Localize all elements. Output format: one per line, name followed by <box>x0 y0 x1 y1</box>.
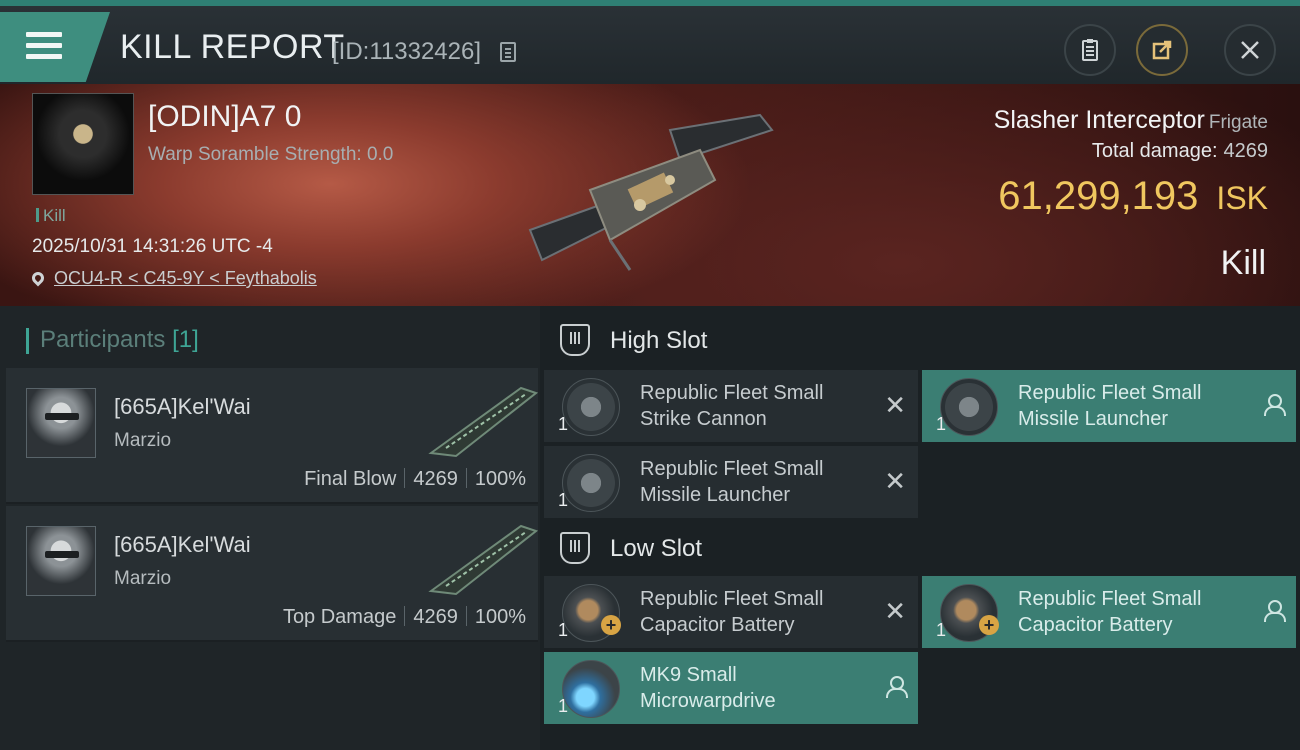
person-icon <box>1264 394 1286 416</box>
participant-percent: 100% <box>474 468 526 490</box>
item-name: Republic Fleet Small Missile Launcher <box>1018 382 1202 430</box>
kill-banner: [ODIN]A7 0 Warp Soramble Strength: 0.0 K… <box>0 84 1300 306</box>
participant-avatar[interactable] <box>26 526 96 596</box>
participant-ship-image <box>428 524 538 596</box>
page-title: KILL REPORT <box>120 28 345 66</box>
participant-name: [665A]Kel'Wai <box>114 394 251 419</box>
participant-percent: 100% <box>474 606 526 628</box>
kill-tag: Kill <box>36 206 66 226</box>
fitting-item[interactable]: 1 Republic Fleet Small Missile Launcher … <box>544 446 918 518</box>
kill-datetime: 2025/10/31 14:31:26 UTC -4 <box>32 236 273 257</box>
warp-scramble-strength: Warp Soramble Strength: 0.0 <box>148 144 394 165</box>
ship-class: Frigate <box>1208 112 1268 133</box>
fitting-item[interactable]: 1 MK9 Small Microwarpdrive <box>544 652 918 724</box>
item-name: Republic Fleet Small Capacitor Battery <box>1018 588 1202 636</box>
high-slot-title: High Slot <box>610 327 708 354</box>
participant-corp: Marzio <box>114 430 172 451</box>
participant-ship-image <box>428 386 538 458</box>
low-slot-title: Low Slot <box>610 535 703 562</box>
kill-location[interactable]: OCU4-R < C45-9Y < Feythabolis <box>29 268 317 289</box>
share-button[interactable] <box>1136 24 1188 76</box>
participant-row[interactable]: [665A]Kel'Wai Marzio Top Damage 4269 100% <box>6 506 538 642</box>
participant-name: [665A]Kel'Wai <box>114 532 251 557</box>
high-slot-header: High Slot <box>560 324 707 356</box>
low-slot-icon <box>560 532 590 564</box>
item-name: Republic Fleet Small Strike Cannon <box>640 382 824 430</box>
header-bar: KILL REPORT [ID:11332426] <box>0 0 1300 84</box>
person-icon <box>1264 600 1286 622</box>
report-id: [ID:11332426] <box>332 38 482 65</box>
victim-name[interactable]: [ODIN]A7 0 <box>148 100 301 134</box>
strike-cannon-icon <box>562 378 620 436</box>
low-slot-header: Low Slot <box>560 532 702 564</box>
fitting-item[interactable]: 1 Republic Fleet Small Capacitor Battery <box>922 576 1296 648</box>
item-quantity: 1 <box>936 414 947 434</box>
item-name: Republic Fleet Small Missile Launcher <box>640 458 824 506</box>
total-damage-value: 4269 <box>1223 140 1269 162</box>
item-name: Republic Fleet Small Capacitor Battery <box>640 588 824 636</box>
x-icon: ✕ <box>884 390 906 420</box>
fitting-item[interactable]: 1 Republic Fleet Small Missile Launcher <box>922 370 1296 442</box>
total-damage: Total damage: 4269 <box>1092 140 1268 163</box>
item-quantity: 1 <box>936 620 947 640</box>
close-icon <box>1241 41 1259 59</box>
menu-button[interactable] <box>0 12 110 82</box>
item-quantity: 1 <box>558 620 569 640</box>
clipboard-button[interactable] <box>1064 24 1116 76</box>
x-icon: ✕ <box>884 466 906 496</box>
item-quantity: 1 <box>558 490 569 510</box>
missile-launcher-icon <box>562 454 620 512</box>
isk-unit: ISK <box>1216 180 1268 216</box>
participant-stats: Final Blow 4269 100% <box>304 468 526 491</box>
item-quantity: 1 <box>558 696 569 716</box>
participant-damage: 4269 <box>413 606 458 628</box>
participant-damage: 4269 <box>413 468 458 490</box>
fitting-item[interactable]: 1 Republic Fleet Small Capacitor Battery… <box>544 576 918 648</box>
participants-count: [1] <box>172 326 199 353</box>
microwarpdrive-icon <box>562 660 620 718</box>
share-icon <box>1152 40 1172 60</box>
missile-launcher-icon <box>940 378 998 436</box>
participant-role: Final Blow <box>304 468 397 490</box>
fitting-item[interactable]: 1 Republic Fleet Small Strike Cannon ✕ <box>544 370 918 442</box>
result-label: Kill <box>1220 244 1266 282</box>
x-icon: ✕ <box>884 596 906 626</box>
participant-corp: Marzio <box>114 568 172 589</box>
participant-avatar[interactable] <box>26 388 96 458</box>
item-name: MK9 Small Microwarpdrive <box>640 664 776 712</box>
hamburger-icon <box>26 32 62 60</box>
capacitor-battery-icon <box>940 584 999 642</box>
isk-amount: 61,299,193 <box>998 174 1199 218</box>
participants-title: Participants [1] <box>26 326 199 354</box>
ship-name: Slasher Interceptor <box>993 106 1205 134</box>
location-link[interactable]: OCU4-R < C45-9Y < Feythabolis <box>54 268 317 288</box>
fitting-panel: High Slot 1 Republic Fleet Small Strike … <box>540 306 1300 750</box>
victim-avatar[interactable] <box>32 93 134 195</box>
victim-ship[interactable]: Slasher Interceptor Frigate <box>994 106 1268 135</box>
item-quantity: 1 <box>558 414 569 434</box>
participant-role: Top Damage <box>282 606 397 628</box>
participants-label: Participants <box>40 326 166 353</box>
high-slot-icon <box>560 324 590 356</box>
total-damage-label: Total damage: <box>1091 140 1218 162</box>
ship-image <box>528 113 774 271</box>
isk-value: 61,299,193 ISK <box>998 174 1268 219</box>
close-button[interactable] <box>1224 24 1276 76</box>
copy-icon[interactable] <box>500 42 516 62</box>
clipboard-icon <box>1082 39 1098 61</box>
location-pin-icon <box>29 269 47 287</box>
participants-panel: Participants [1] [665A]Kel'Wai Marzio Fi… <box>0 306 540 750</box>
capacitor-battery-icon <box>562 584 621 642</box>
participant-row[interactable]: [665A]Kel'Wai Marzio Final Blow 4269 100% <box>6 368 538 504</box>
person-icon <box>886 676 908 698</box>
participant-stats: Top Damage 4269 100% <box>283 606 526 629</box>
